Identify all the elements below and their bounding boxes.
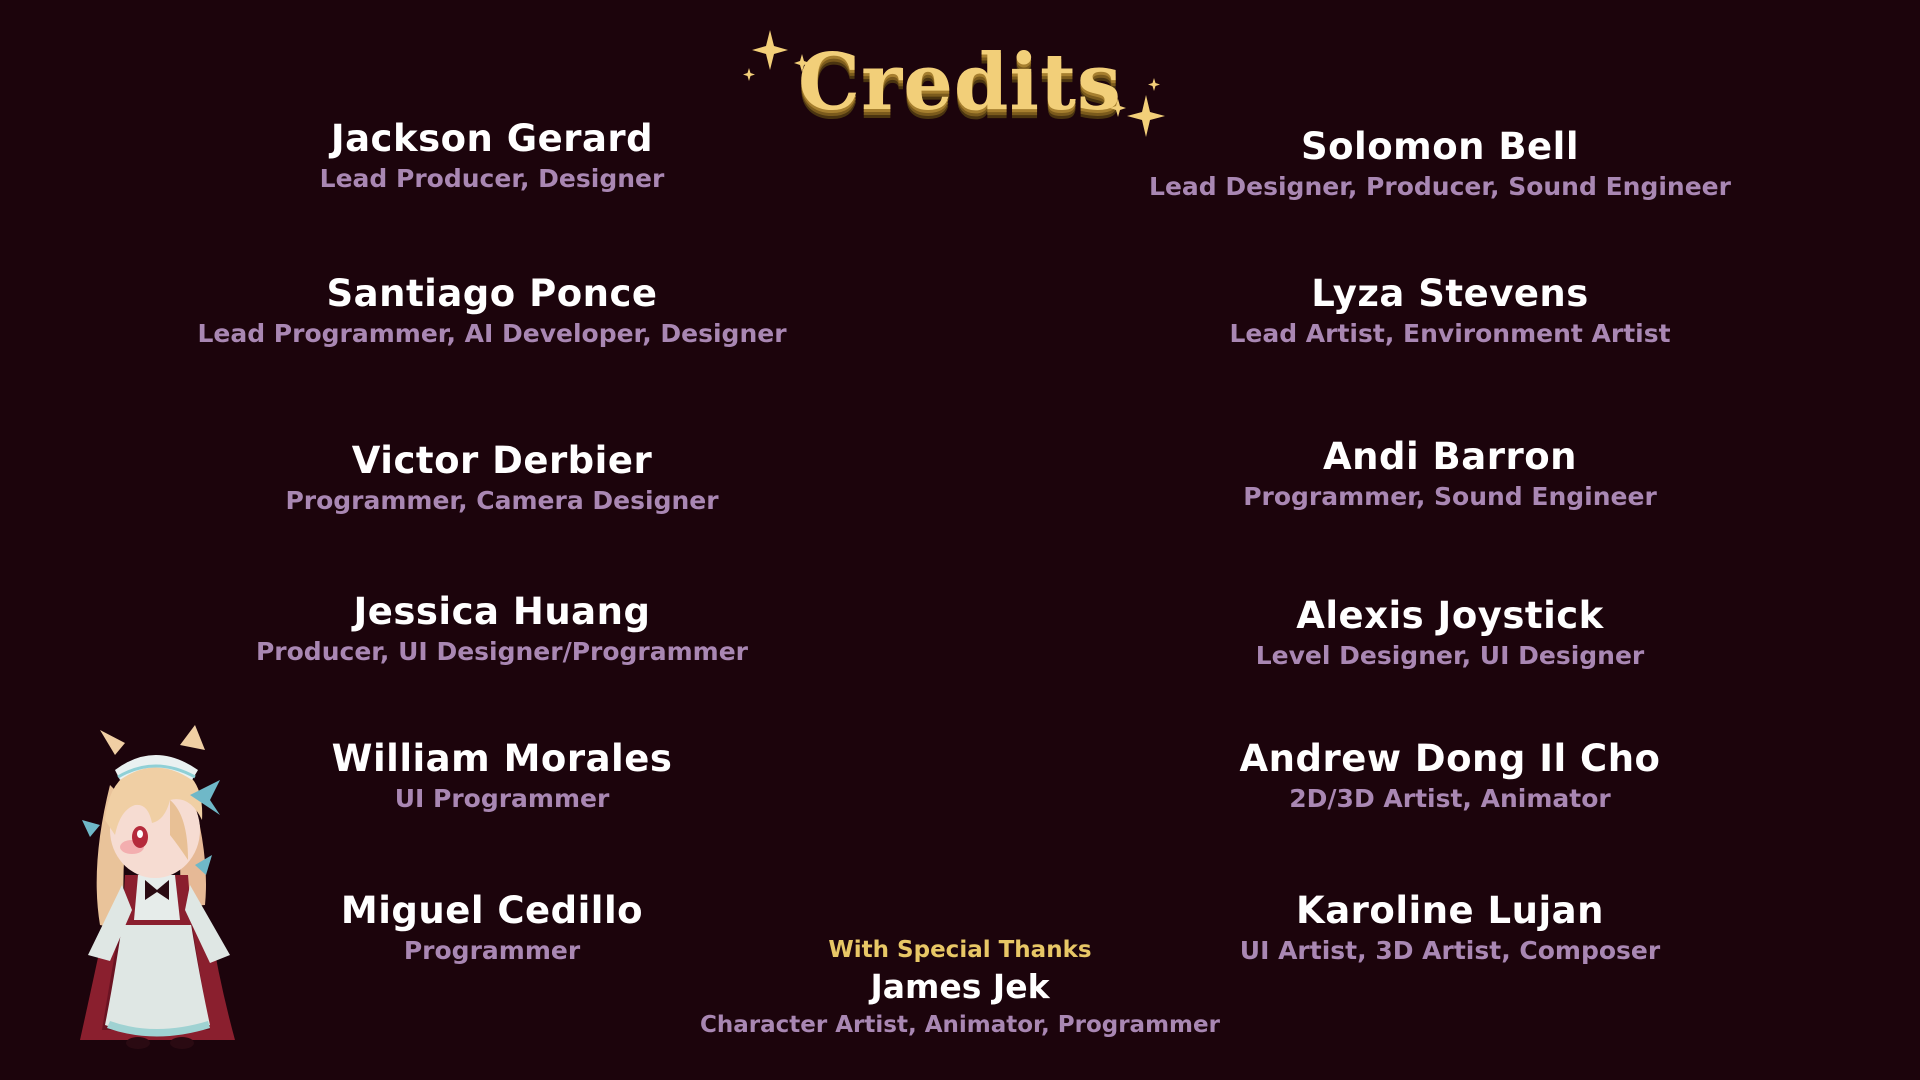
special-thanks-role: Character Artist, Animator, Programmer — [700, 1012, 1220, 1038]
credit-role: 2D/3D Artist, Animator — [1289, 784, 1611, 813]
credits-screen: Credits Jackson Gerard Lead Producer, De… — [0, 0, 1920, 1080]
credit-entry: Andi Barron Programmer, Sound Engineer — [1100, 434, 1800, 514]
credit-entry: Jessica Huang Producer, UI Designer/Prog… — [152, 589, 852, 669]
credit-name: Santiago Ponce — [326, 272, 658, 315]
credit-name: William Morales — [331, 737, 673, 780]
credit-role: Level Designer, UI Designer — [1255, 641, 1645, 670]
special-thanks: With Special Thanks James Jek Character … — [560, 935, 1360, 1041]
credit-name: Jackson Gerard — [330, 117, 654, 160]
credit-name: Lyza Stevens — [1311, 272, 1589, 315]
special-thanks-heading: With Special Thanks — [828, 937, 1092, 963]
credit-role: Lead Producer, Designer — [319, 164, 665, 193]
credit-role: Lead Artist, Environment Artist — [1229, 319, 1671, 348]
credit-entry: Andrew Dong Il Cho 2D/3D Artist, Animato… — [1100, 736, 1800, 816]
credit-name: Solomon Bell — [1300, 125, 1580, 168]
credit-entry: William Morales UI Programmer — [152, 736, 852, 816]
credit-name: Alexis Joystick — [1296, 594, 1604, 637]
credit-entry: Solomon Bell Lead Designer, Producer, So… — [1090, 124, 1790, 204]
credit-entry: Santiago Ponce Lead Programmer, AI Devel… — [142, 271, 842, 351]
credit-role: Producer, UI Designer/Programmer — [255, 637, 749, 666]
credits-title: Credits — [798, 37, 1122, 128]
sparkle-icon-left — [743, 30, 810, 81]
credit-name: Andrew Dong Il Cho — [1239, 737, 1661, 780]
credit-role: Lead Designer, Producer, Sound Engineer — [1149, 172, 1731, 201]
credit-name: Victor Derbier — [351, 439, 653, 482]
credit-entry: Jackson Gerard Lead Producer, Designer — [142, 116, 842, 196]
credit-role: Lead Programmer, AI Developer, Designer — [197, 319, 787, 348]
credit-name: Karoline Lujan — [1296, 889, 1604, 932]
credit-role: Programmer, Camera Designer — [285, 486, 719, 515]
credit-entry: Victor Derbier Programmer, Camera Design… — [152, 438, 852, 518]
credit-entry: Lyza Stevens Lead Artist, Environment Ar… — [1100, 271, 1800, 351]
credit-name: Andi Barron — [1323, 435, 1577, 478]
maid-character-sprite — [80, 725, 235, 1049]
credit-name: Jessica Huang — [353, 590, 651, 633]
credit-role: Programmer, Sound Engineer — [1243, 482, 1657, 511]
credit-role: UI Programmer — [394, 784, 610, 813]
special-thanks-name: James Jek — [870, 967, 1050, 1006]
credit-entry: Alexis Joystick Level Designer, UI Desig… — [1100, 593, 1800, 673]
